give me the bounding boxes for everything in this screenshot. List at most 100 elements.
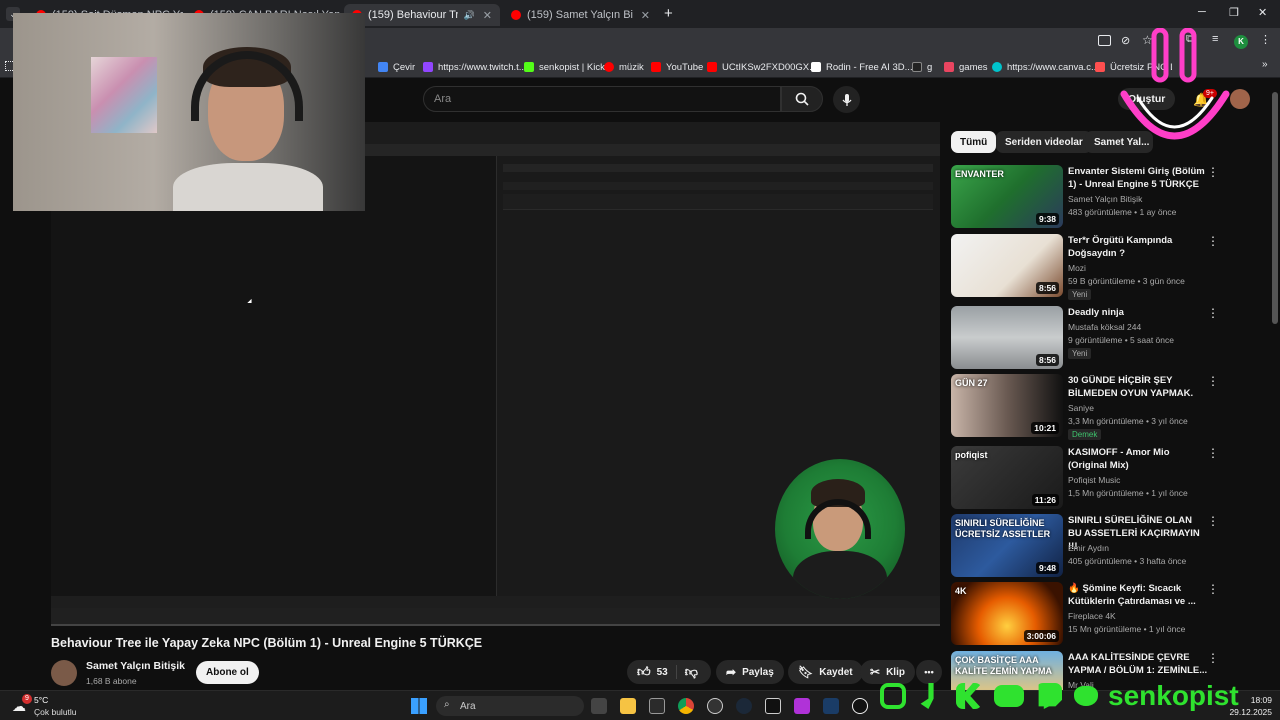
video-thumbnail[interactable]: pofiqist 11:26 bbox=[951, 446, 1063, 509]
bookmark-item[interactable]: games bbox=[944, 59, 988, 75]
weather-widget[interactable]: ☁ 9 5°C Çok bulutlu bbox=[10, 694, 90, 718]
video-progress-bar[interactable] bbox=[51, 624, 940, 626]
recommendation-card[interactable]: ENVANTER 9:38 Envanter Sistemi Giriş (Bölü… bbox=[951, 165, 1221, 229]
maximize-icon[interactable]: ❐ bbox=[1229, 6, 1239, 19]
video-thumbnail[interactable]: 4K 3:00:06 bbox=[951, 582, 1063, 645]
more-options-icon[interactable]: ⋮ bbox=[1207, 234, 1219, 248]
windows-start-icon[interactable] bbox=[411, 698, 427, 714]
share-icon: ➦ bbox=[726, 665, 737, 679]
recommendation-card[interactable]: 8:56 Ter*r Örgütü Kampında Doğsaydın ? Moz… bbox=[951, 234, 1221, 300]
like-button[interactable]: 👍︎ 53 bbox=[637, 664, 668, 680]
minimize-icon[interactable]: ─ bbox=[1198, 6, 1206, 18]
more-options-icon[interactable]: ⋮ bbox=[1207, 514, 1219, 528]
search-button[interactable] bbox=[781, 86, 823, 112]
recommendation-card[interactable]: 8:56 Deadly ninja Mustafa köksal 244 9 görü… bbox=[951, 306, 1221, 370]
file-explorer-icon[interactable] bbox=[620, 698, 636, 714]
recommendation-channel[interactable]: Mustafa köksal 244 bbox=[1068, 322, 1141, 332]
video-thumbnail[interactable]: SINIRLI SÜRELİĞİNE ÜCRETSİZ ASSETLER 9:48 bbox=[951, 514, 1063, 577]
subscribe-button[interactable]: Abone ol bbox=[196, 661, 259, 684]
more-options-icon[interactable]: ⋮ bbox=[1207, 165, 1219, 179]
bookmark-item[interactable]: UCtIKSw2FXD00GX... bbox=[707, 59, 817, 75]
mouse-cursor-icon bbox=[247, 298, 254, 306]
bookmark-item[interactable]: Çevir bbox=[378, 59, 415, 75]
recommendation-meta: 483 görüntüleme • 1 ay önce bbox=[1068, 207, 1177, 217]
close-icon[interactable]: ✕ bbox=[475, 9, 492, 22]
app-purple-icon[interactable] bbox=[794, 698, 810, 714]
video-thumbnail[interactable]: ENVANTER 9:38 bbox=[951, 165, 1063, 228]
bookmarks-overflow-icon[interactable]: » bbox=[1262, 59, 1268, 70]
window-close-icon[interactable]: ✕ bbox=[1258, 6, 1267, 19]
thumbnail-text: pofiqist bbox=[955, 450, 988, 460]
dislike-button[interactable]: 👎︎ bbox=[685, 664, 698, 680]
new-tab-button[interactable]: + bbox=[664, 5, 673, 22]
chrome-icon[interactable] bbox=[678, 698, 694, 714]
browser-tab[interactable]: (159) Samet Yalçın Bitişik - YouT✕ bbox=[503, 4, 658, 26]
recommendation-channel[interactable]: Emir Aydın bbox=[1068, 543, 1109, 553]
bookmark-item[interactable]: Rodin - Free AI 3D... bbox=[811, 59, 913, 75]
recommendation-title[interactable]: Envanter Sistemi Giriş (Bölüm 1) - Unrea… bbox=[1068, 165, 1208, 191]
more-options-icon[interactable]: ⋮ bbox=[1207, 446, 1219, 460]
recommendation-title[interactable]: 🔥 Şömine Keyfi: Sıcacık Kütüklerin Çatır… bbox=[1068, 582, 1208, 608]
chip-all[interactable]: Tümü bbox=[951, 131, 997, 153]
bookmark-item[interactable]: https://www.twitch.t... bbox=[423, 59, 527, 75]
recommendation-channel[interactable]: Samet Yalçın Bitişik bbox=[1068, 194, 1142, 204]
steam-icon[interactable] bbox=[736, 698, 752, 714]
recommendation-card[interactable]: pofiqist 11:26 KASIMOFF - Amor Mio (Origin… bbox=[951, 446, 1221, 510]
more-options-icon[interactable]: ⋮ bbox=[1207, 651, 1219, 665]
recommendation-channel[interactable]: Mozi bbox=[1068, 263, 1086, 273]
search-input[interactable]: Ara bbox=[423, 86, 781, 112]
twitch-icon bbox=[423, 62, 433, 72]
recommendation-card[interactable]: GÜN 27 10:21 30 GÜNDE HİÇBİR ŞEY BİLMEDEN … bbox=[951, 374, 1221, 440]
more-options-icon[interactable]: ⋮ bbox=[1207, 306, 1219, 320]
recommendation-card[interactable]: 4K 3:00:06 🔥 Şömine Keyfi: Sıcacık Kütükle… bbox=[951, 582, 1221, 646]
recommendation-title[interactable]: AAA KALİTESİNDE ÇEVRE YAPMA / BÖLÜM 1: Z… bbox=[1068, 651, 1208, 677]
save-button[interactable]: 🔖︎ Kaydet bbox=[788, 660, 863, 684]
more-options-icon[interactable]: ⋮ bbox=[1207, 582, 1219, 596]
recommendation-title[interactable]: Ter*r Örgütü Kampında Doğsaydın ? bbox=[1068, 234, 1208, 260]
bookmark-item[interactable]: https://www.canva.c... bbox=[992, 59, 1099, 75]
epic-games-icon[interactable] bbox=[765, 698, 781, 714]
steam-alt-icon[interactable] bbox=[823, 698, 839, 714]
github-icon[interactable] bbox=[707, 698, 723, 714]
recommendation-channel[interactable]: Fireplace 4K bbox=[1068, 611, 1116, 621]
recommendation-channel[interactable]: Saniye bbox=[1068, 403, 1094, 413]
recommendation-channel[interactable]: Pofiqist Music bbox=[1068, 475, 1120, 485]
bookmark-item[interactable]: g bbox=[912, 59, 932, 75]
task-view-icon[interactable] bbox=[591, 698, 607, 714]
bookmark-item[interactable]: senkopist | Kick bbox=[524, 59, 605, 75]
translate-icon bbox=[378, 62, 388, 72]
bookmark-item[interactable]: YouTube bbox=[651, 59, 703, 75]
video-thumbnail[interactable]: 8:56 bbox=[951, 234, 1063, 297]
channel-name[interactable]: Samet Yalçın Bitişik bbox=[86, 660, 185, 672]
bookmark-item[interactable]: müzik bbox=[604, 59, 644, 75]
speaker-icon[interactable]: 🔊 bbox=[464, 10, 475, 21]
youtube-favicon-icon bbox=[511, 10, 521, 20]
subscriber-count: 1,68 B abone bbox=[86, 676, 137, 686]
video-thumbnail[interactable]: 8:56 bbox=[951, 306, 1063, 369]
recommendation-card[interactable]: SINIRLI SÜRELİĞİNE ÜCRETSİZ ASSETLER 9:48… bbox=[951, 514, 1221, 578]
recommendation-title[interactable]: KASIMOFF - Amor Mio (Original Mix) bbox=[1068, 446, 1208, 472]
recommendation-title[interactable]: 30 GÜNDE HİÇBİR ŞEY BİLMEDEN OYUN YAPMAK… bbox=[1068, 374, 1208, 400]
channel-avatar[interactable] bbox=[51, 660, 77, 686]
page-scrollbar[interactable] bbox=[1272, 92, 1278, 324]
weather-temp: 5°C bbox=[34, 695, 49, 705]
chip-series[interactable]: Seriden videolar bbox=[996, 131, 1092, 153]
voice-search-button[interactable] bbox=[833, 86, 860, 113]
browser-menu-icon[interactable]: ⋮ bbox=[1260, 33, 1271, 46]
account-avatar[interactable] bbox=[1230, 89, 1250, 109]
recommendation-title[interactable]: Deadly ninja bbox=[1068, 306, 1208, 319]
youtube-icon bbox=[707, 62, 717, 72]
taskbar-search[interactable]: ⌕ Ara bbox=[436, 696, 584, 716]
recommendation-badge: Demek bbox=[1068, 429, 1102, 440]
browser-tab-active[interactable]: (159) Behaviour Tree ile Yapa 🔊✕ bbox=[344, 4, 500, 26]
store-icon[interactable] bbox=[649, 698, 665, 714]
share-button[interactable]: ➦ Paylaş bbox=[716, 660, 784, 684]
divider bbox=[675, 665, 677, 679]
video-thumbnail[interactable]: GÜN 27 10:21 bbox=[951, 374, 1063, 437]
unreal-icon[interactable] bbox=[852, 698, 868, 714]
install-app-icon[interactable] bbox=[1098, 35, 1111, 46]
close-icon[interactable]: ✕ bbox=[633, 9, 650, 22]
kanji-icon bbox=[912, 62, 922, 72]
profile-avatar[interactable]: K bbox=[1234, 35, 1248, 49]
more-options-icon[interactable]: ⋮ bbox=[1207, 374, 1219, 388]
